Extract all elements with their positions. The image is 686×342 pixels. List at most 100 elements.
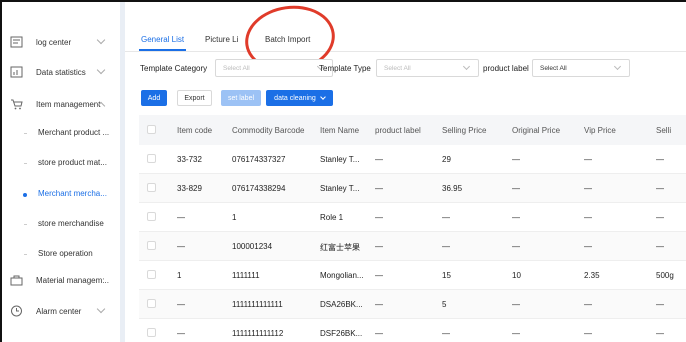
sidebar-subitem-active[interactable]: Merchant mercha... [2,185,120,205]
bullet-icon [24,133,27,134]
table-cell: — [512,184,520,193]
table-row[interactable]: — 1111111111111 DSA26BK... — 5 — — — [139,290,686,319]
table-cell: — [375,242,383,251]
chevron-down-icon [96,304,106,314]
row-checkbox[interactable] [147,299,156,308]
table-cell: — [442,242,450,251]
chevron-down-icon [319,93,326,100]
sidebar-item-material-management[interactable]: Material managem:.. [2,270,120,290]
row-checkbox[interactable] [147,270,156,279]
cart-icon [11,99,23,110]
sidebar-item-label: Material managem:.. [36,275,109,285]
sidebar-item-data-statistics[interactable]: Data statistics [2,62,120,82]
column-header[interactable]: Original Price [512,126,560,135]
sidebar-subitem[interactable]: store merchandise [2,215,120,235]
table-cell: — [442,329,450,338]
row-checkbox[interactable] [147,154,156,163]
table-cell: — [512,242,520,251]
add-button[interactable]: Add [141,90,167,106]
bag-icon [10,275,23,286]
table-row[interactable]: 33-829 076174338294 Stanley T... — 36.95 — — — [139,174,686,203]
table-row[interactable]: — 1111111111112 DSF26BK... — — — — — [139,319,686,342]
table-cell: 红富士苹果 [320,243,360,252]
table-cell: — [375,155,383,164]
row-checkbox[interactable] [147,241,156,250]
template-type-label: Template Type [319,64,371,73]
table-cell: 1 [177,271,182,280]
sidebar-item-alarm-center[interactable]: Alarm center [2,301,120,321]
column-header[interactable]: Vip Price [584,126,616,135]
chevron-down-icon [462,62,471,71]
template-category-label: Template Category [140,64,208,73]
table-cell: — [584,213,592,222]
table-cell: 36.95 [442,184,463,193]
log-icon [10,36,23,48]
table-cell: — [512,300,520,309]
sidebar-item-label: Data statistics [36,67,86,77]
table-row[interactable]: 33-732 076174337327 Stanley T... — 29 — — — [139,145,686,174]
tab-active-indicator [139,49,186,51]
main-content: General List Picture Li Batch Import Tem… [125,0,686,342]
select-all-checkbox[interactable] [147,125,156,134]
chevron-up-icon [96,101,106,111]
product-label-select[interactable]: Select All [532,59,630,77]
export-button-label: Export [184,94,205,102]
sidebar-subitem[interactable]: store product mat... [2,154,120,174]
select-placeholder: Select All [223,65,250,72]
data-cleaning-button[interactable]: data cleaning [266,90,333,106]
tab-picture-list[interactable]: Picture Li [205,35,238,44]
sidebar-subitem[interactable]: Merchant product ... [2,124,120,144]
table-cell: 1111111111111 [232,300,283,309]
table-cell: — [375,300,383,309]
bullet-icon [24,254,27,255]
select-placeholder: Select All [384,65,411,72]
chart-icon [10,66,23,78]
set-label-button[interactable]: set label [221,90,261,106]
sidebar-item-log-center[interactable]: log center [2,32,120,52]
sidebar-item-label: log center [36,37,72,47]
add-button-label: Add [147,94,161,102]
column-header[interactable]: Commodity Barcode [232,126,304,135]
table-cell: 500g [656,271,674,280]
table-cell: 1 [232,213,237,222]
table-row[interactable]: — 100001234 红富士苹果 — — — — — [139,232,686,261]
template-type-select[interactable]: Select All [376,59,479,77]
tab-bar: General List Picture Li Batch Import [125,2,686,52]
row-checkbox[interactable] [147,212,156,221]
table-cell: — [584,329,592,338]
row-checkbox[interactable] [147,183,156,192]
column-header[interactable]: Selling Price [442,126,486,135]
table-cell: 076174337327 [232,155,286,164]
export-button[interactable]: Export [177,90,212,106]
column-header[interactable]: Item code [177,126,212,135]
table-cell: 33-732 [177,155,202,164]
table-cell: — [375,271,383,280]
sidebar-item-item-management[interactable]: Item management [2,94,120,114]
row-checkbox[interactable] [147,328,156,337]
table-cell: — [656,242,664,251]
bullet-icon [24,163,27,164]
template-category-select[interactable]: Select All [215,59,333,77]
table-cell: — [512,213,520,222]
table-cell: — [177,242,185,251]
table-row[interactable]: 1 1111111 Mongolian... —15 10 2.35 500g [139,261,686,290]
set-label-button-label: set label [227,94,255,102]
sidebar-subitem-label: Merchant mercha... [38,189,107,198]
table-cell: 33-829 [177,184,202,193]
table-cell: — [512,329,520,338]
table-cell: — [656,184,664,193]
sidebar-subitem[interactable]: Store operation [2,245,120,265]
table-cell: — [584,242,592,251]
table-cell: — [177,213,185,222]
table-cell: 076174338294 [232,184,286,193]
column-header[interactable]: product label [375,126,421,135]
table-cell: — [442,213,450,222]
tab-general-list[interactable]: General List [141,35,184,44]
table-cell: 5 [442,300,447,309]
data-cleaning-button-label: data cleaning [274,94,316,102]
table-cell: 1111111 [232,271,260,280]
column-header[interactable]: Item Name [320,126,359,135]
table-row[interactable]: — 1 Role 1 — — — — — [139,203,686,232]
sidebar-item-label: Alarm center [36,306,82,316]
column-header[interactable]: Selli [656,126,671,135]
